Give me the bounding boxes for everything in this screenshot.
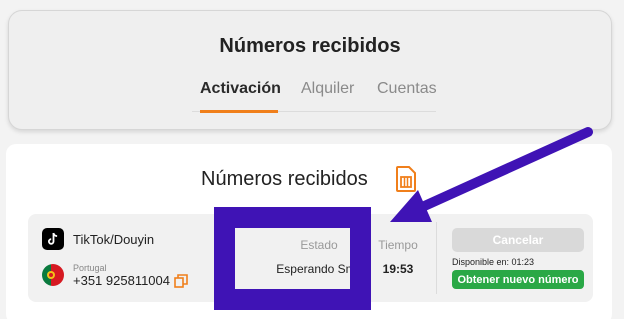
top-card: Números recibidos Activación Alquiler Cu… (8, 10, 612, 130)
country-info: Portugal +351 925811004 (42, 262, 188, 288)
get-new-number-button[interactable]: Obtener nuevo número (452, 270, 584, 289)
service-name: TikTok/Douyin (73, 231, 155, 247)
page-title: Números recibidos (219, 35, 401, 57)
available-timer: Disponible en: 01:23 (452, 257, 535, 267)
time-label: Tiempo (378, 238, 418, 252)
sim-card-icon[interactable] (396, 166, 416, 192)
divider (436, 222, 437, 294)
phone-number: +351 925811004 (73, 273, 170, 288)
cancel-button[interactable]: Cancelar (452, 228, 584, 252)
tabs-bar: Activación Alquiler Cuentas (192, 78, 437, 113)
time-value: 19:53 (382, 262, 414, 276)
tab-activacion[interactable]: Activación (200, 80, 281, 98)
active-tab-underline (200, 110, 278, 113)
copy-icon[interactable] (174, 274, 188, 288)
tiktok-icon (42, 228, 64, 250)
section-title: Números recibidos (201, 168, 368, 190)
tab-alquiler[interactable]: Alquiler (301, 80, 354, 98)
service-info: TikTok/Douyin (42, 228, 154, 250)
highlight-box (214, 207, 371, 310)
portugal-flag-icon (42, 264, 64, 286)
time-column: Tiempo 19:53 (373, 238, 423, 276)
tab-cuentas[interactable]: Cuentas (377, 80, 437, 98)
